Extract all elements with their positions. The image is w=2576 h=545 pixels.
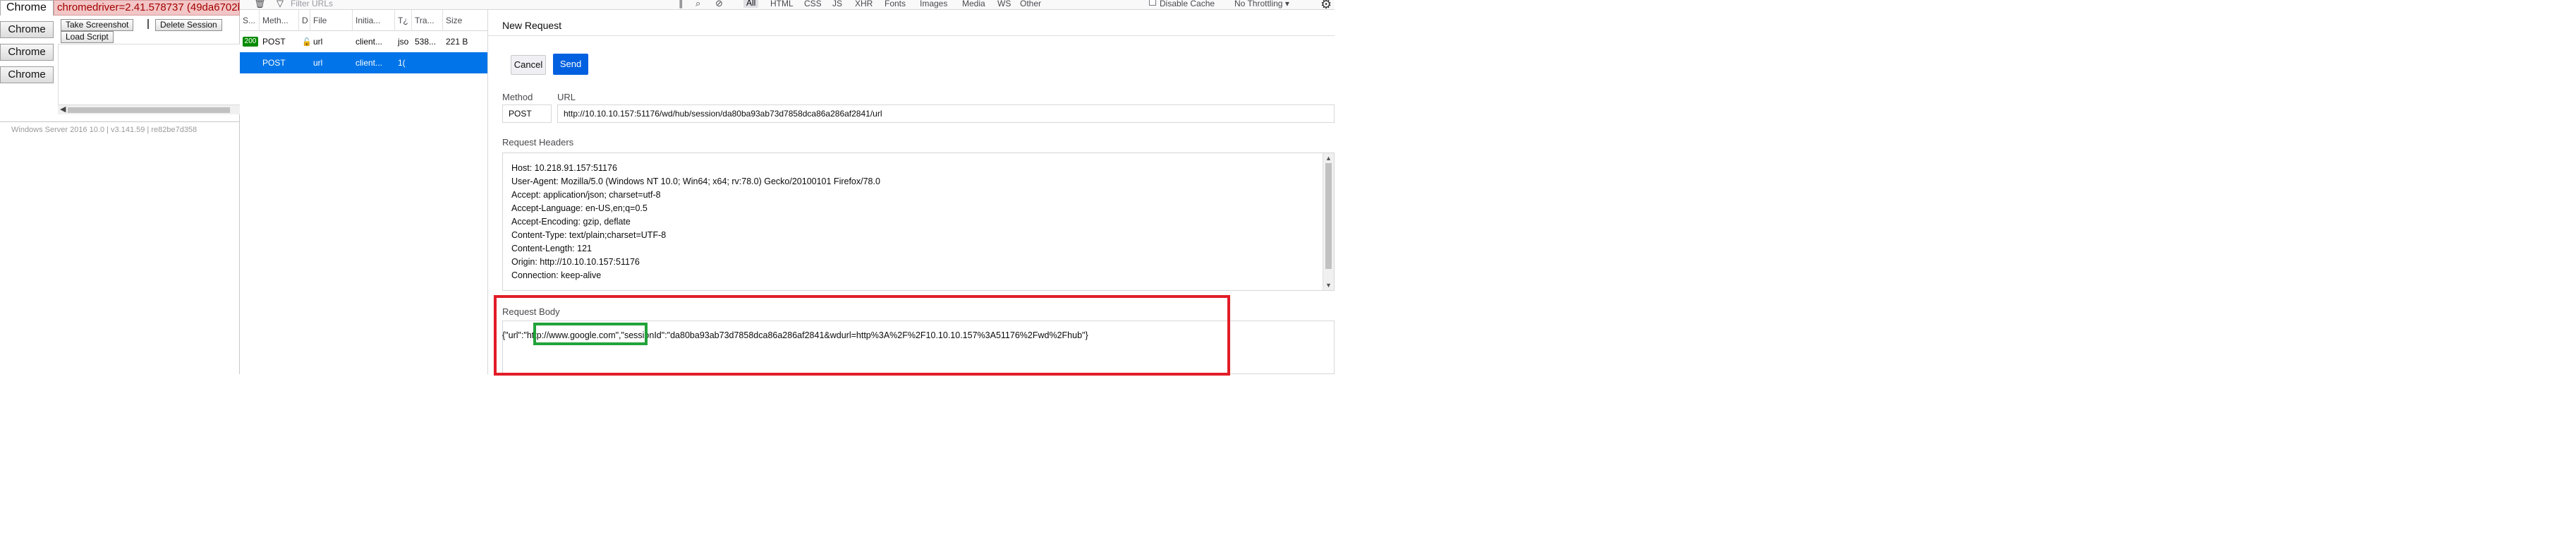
scrollbar-thumb[interactable]: [68, 107, 230, 113]
disable-cache-label[interactable]: Disable Cache: [1160, 0, 1215, 8]
delete-session-button[interactable]: Delete Session: [155, 19, 222, 31]
filter-images[interactable]: Images: [920, 0, 947, 8]
scroll-left-icon[interactable]: ◀: [60, 105, 66, 114]
request-list-header: S... Meth... D File Initia... T¿ Tra... …: [240, 10, 487, 31]
driver-version-label: chromedriver=2.41.578737 (49da6702b: [54, 0, 240, 16]
filter-fonts[interactable]: Fonts: [885, 0, 906, 8]
row-size: 221 B: [446, 37, 468, 47]
row-type: jso: [398, 37, 409, 47]
header-line: Connection: keep-alive: [511, 270, 602, 280]
column-method[interactable]: Meth...: [260, 10, 299, 31]
header-line: Host: 10.218.91.157:51176: [511, 163, 617, 173]
header-line: Accept: application/json; charset=utf-8: [511, 190, 661, 200]
funnel-icon[interactable]: ▽: [277, 0, 284, 9]
block-icon[interactable]: ⊘: [715, 0, 723, 9]
row-transferred: 538...: [415, 37, 437, 47]
trash-icon[interactable]: 🗑: [254, 0, 266, 9]
request-headers-textarea[interactable]: Host: 10.218.91.157:51176 User-Agent: Mo…: [502, 152, 1335, 291]
load-script-button[interactable]: Load Script: [61, 31, 114, 43]
filter-ws[interactable]: WS: [997, 0, 1011, 8]
request-list: S... Meth... D File Initia... T¿ Tra... …: [240, 10, 488, 374]
insecure-lock-icon: 🔓: [299, 31, 310, 52]
column-domain[interactable]: D: [299, 10, 310, 31]
platform-footer: Windows Server 2016 10.0 | v3.141.59 | r…: [11, 126, 198, 134]
column-type[interactable]: T¿: [395, 10, 412, 31]
panel-title: New Request: [502, 20, 562, 31]
scrollbar-thumb[interactable]: [1325, 163, 1332, 269]
column-initiator[interactable]: Initia...: [353, 10, 395, 31]
row-initiator: client...: [356, 58, 383, 68]
disable-cache-checkbox[interactable]: [1149, 0, 1156, 6]
browser-tab[interactable]: Chrome: [0, 0, 54, 16]
row-file: url: [313, 37, 323, 47]
header-line: Content-Type: text/plain;charset=UTF-8: [511, 230, 667, 240]
pause-icon[interactable]: ∥: [679, 0, 684, 9]
request-row-selected[interactable]: POST url client... 1(: [240, 52, 487, 73]
network-toolbar: 🗑 ▽ Filter URLs ∥ ⌕ ⊘ All HTML CSS JS XH…: [240, 0, 1335, 10]
row-method: POST: [262, 58, 286, 68]
toolbar-separator: [147, 19, 149, 29]
send-button[interactable]: Send: [553, 54, 588, 75]
scroll-up-icon[interactable]: ▲: [1325, 155, 1332, 162]
column-transferred[interactable]: Tra...: [412, 10, 443, 31]
filter-media[interactable]: Media: [962, 0, 985, 8]
vertical-scrollbar[interactable]: ▲ ▼: [1323, 153, 1334, 290]
url-input[interactable]: http://10.10.10.157:51176/wd/hub/session…: [557, 104, 1335, 123]
search-icon[interactable]: ⌕: [695, 0, 700, 9]
filter-all[interactable]: All: [743, 0, 759, 8]
header-line: Accept-Encoding: gzip, deflate: [511, 217, 631, 227]
method-input[interactable]: POST: [502, 104, 552, 123]
column-file[interactable]: File: [310, 10, 353, 31]
header-line: Origin: http://10.10.10.157:51176: [511, 257, 640, 267]
filter-other[interactable]: Other: [1020, 0, 1041, 8]
browser-button-1[interactable]: Chrome: [0, 21, 54, 38]
row-type: 1(: [398, 58, 406, 68]
filter-urls-input[interactable]: Filter URLs: [291, 0, 333, 8]
column-status[interactable]: S...: [240, 10, 260, 31]
grid-console-panel: Chrome chromedriver=2.41.578737 (49da670…: [0, 0, 240, 374]
cancel-button[interactable]: Cancel: [511, 55, 546, 75]
browser-button-2[interactable]: Chrome: [0, 44, 54, 61]
header-line: User-Agent: Mozilla/5.0 (Windows NT 10.0…: [511, 176, 880, 186]
url-label: URL: [557, 92, 576, 102]
column-size[interactable]: Size: [443, 10, 487, 31]
take-screenshot-button[interactable]: Take Screenshot: [61, 19, 134, 31]
filter-css[interactable]: CSS: [804, 0, 822, 8]
session-preview-area: [58, 44, 240, 114]
filter-html[interactable]: HTML: [770, 0, 794, 8]
row-method: POST: [262, 37, 286, 47]
scroll-down-icon[interactable]: ▼: [1325, 282, 1332, 289]
divider: [0, 121, 240, 122]
request-headers-label: Request Headers: [502, 137, 574, 148]
url-value-highlight: [533, 323, 648, 345]
status-badge: 200: [243, 37, 258, 47]
header-line: Accept-Language: en-US,en;q=0.5: [511, 203, 648, 213]
divider: [488, 35, 1335, 36]
row-initiator: client...: [356, 37, 383, 47]
request-row[interactable]: 200 POST 🔓 url client... jso 538... 221 …: [240, 31, 487, 52]
row-file: url: [313, 58, 323, 68]
method-label: Method: [502, 92, 533, 102]
filter-js[interactable]: JS: [832, 0, 842, 8]
horizontal-scrollbar[interactable]: ◀: [58, 104, 240, 114]
header-line: Content-Length: 121: [511, 244, 592, 253]
filter-xhr[interactable]: XHR: [855, 0, 873, 8]
throttling-select[interactable]: No Throttling ▾: [1234, 0, 1289, 8]
browser-button-3[interactable]: Chrome: [0, 66, 54, 83]
